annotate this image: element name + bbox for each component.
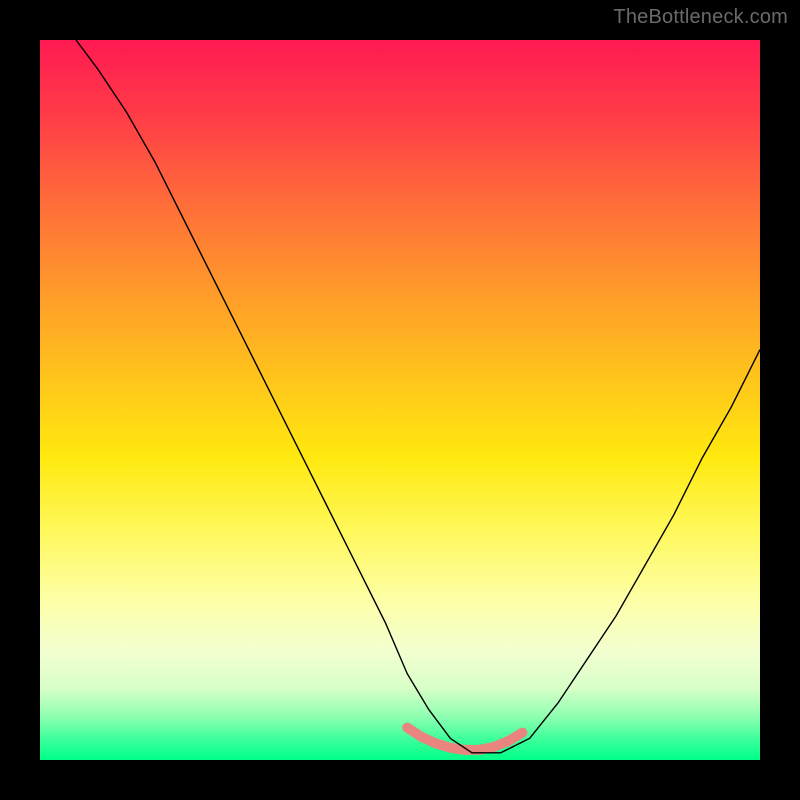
- plot-area: [40, 40, 760, 760]
- series-optimal-range-highlight: [407, 728, 522, 750]
- chart-svg: [40, 40, 760, 760]
- chart-frame: TheBottleneck.com: [0, 0, 800, 800]
- watermark-text: TheBottleneck.com: [613, 6, 788, 29]
- series-bottleneck-curve: [76, 40, 760, 753]
